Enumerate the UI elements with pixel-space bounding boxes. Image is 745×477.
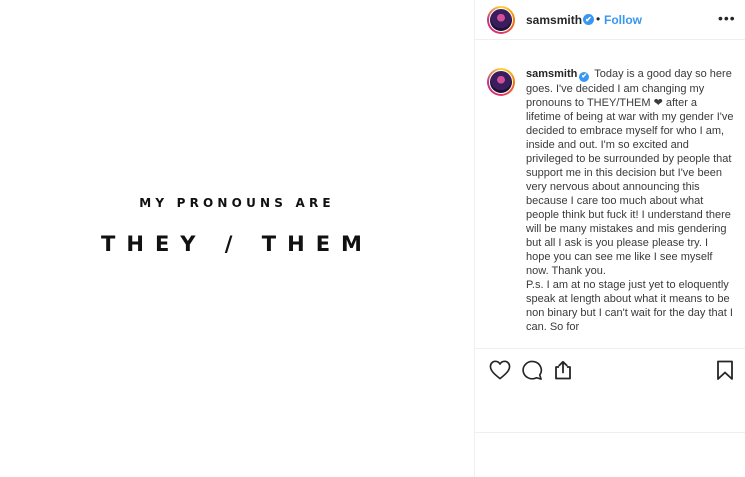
follow-button[interactable]: Follow xyxy=(604,13,642,27)
heart-icon[interactable] xyxy=(489,360,511,385)
caption-text: samsmith ✔ Today is a good day so here go… xyxy=(526,67,734,334)
divider xyxy=(475,432,745,433)
action-bar xyxy=(475,348,745,388)
image-text-line1: MY PRONOUNS ARE xyxy=(139,196,335,210)
more-options-icon[interactable]: ••• xyxy=(718,10,736,26)
caption-avatar[interactable] xyxy=(487,68,515,96)
comment-icon[interactable] xyxy=(521,360,543,385)
caption-username[interactable]: samsmith xyxy=(526,68,577,80)
post-header: samsmith ✔ • Follow ••• xyxy=(475,0,745,40)
comments-area[interactable]: samsmith ✔ Today is a good day so here go… xyxy=(475,40,745,348)
verified-badge-icon: ✔ xyxy=(583,14,594,25)
share-icon[interactable] xyxy=(553,360,573,385)
caption-body: Today is a good day so here goes. I've d… xyxy=(526,68,734,333)
bookmark-icon[interactable] xyxy=(716,360,734,385)
header-username[interactable]: samsmith xyxy=(526,13,582,27)
post-image: MY PRONOUNS ARE THEY / THEM xyxy=(0,0,474,477)
avatar[interactable] xyxy=(487,6,515,34)
post-sidebar: samsmith ✔ • Follow ••• samsmith ✔ Today … xyxy=(474,0,745,477)
verified-badge-icon: ✔ xyxy=(579,72,590,82)
separator-dot: • xyxy=(596,12,601,26)
image-text-line2: THEY / THEM xyxy=(101,232,373,256)
